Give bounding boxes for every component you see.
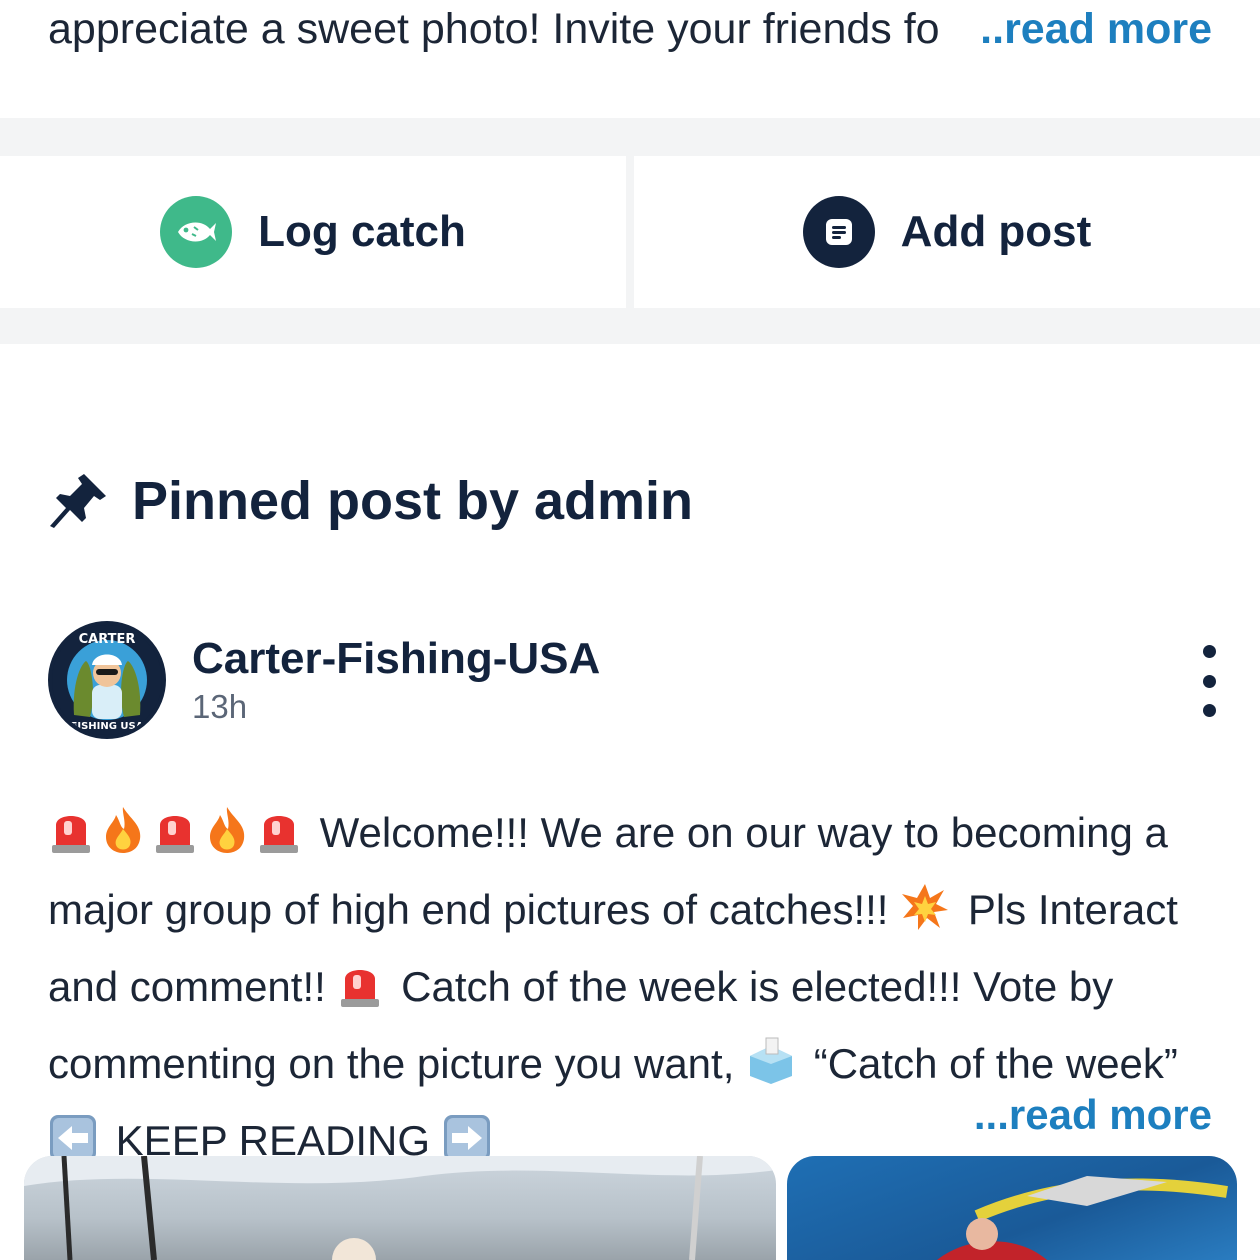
post-text-line1: Welcome!!! We are on our way to becoming xyxy=(319,809,1133,856)
pinned-post-title: Pinned post by admin xyxy=(132,471,694,531)
post-author-row: CARTER FISHING USA Carter-Fishing-USA 13… xyxy=(48,618,600,742)
add-post-label: Add post xyxy=(900,207,1092,256)
post-photo[interactable] xyxy=(787,1156,1237,1260)
siren-emoji xyxy=(337,959,383,1029)
avatar[interactable]: CARTER FISHING USA xyxy=(48,621,166,739)
post-author-name[interactable]: Carter-Fishing-USA xyxy=(192,632,600,686)
post-text-line4b: “Catch xyxy=(813,1040,938,1087)
post-timestamp: 13h xyxy=(192,688,248,725)
post-text-line3b: Catch of the week is elected!!! xyxy=(401,963,962,1010)
ballot-box-emoji xyxy=(746,1036,796,1106)
pinned-post-header: Pinned post by admin xyxy=(48,466,693,536)
siren-emoji xyxy=(48,805,94,875)
post-icon xyxy=(802,196,875,268)
description-read-more-link[interactable]: ..read more xyxy=(980,0,1212,58)
siren-emoji xyxy=(152,805,198,875)
collision-emoji xyxy=(900,882,950,952)
fire-emoji xyxy=(100,805,146,875)
post-read-more-link[interactable]: ...read more xyxy=(974,1090,1212,1140)
fish-icon xyxy=(160,196,233,268)
post-text-line5: of the week” xyxy=(949,1040,1178,1087)
fire-emoji xyxy=(204,805,250,875)
more-vertical-icon[interactable] xyxy=(1188,645,1230,717)
avatar-bottom-text: FISHING USA xyxy=(71,721,144,732)
avatar-top-text: CARTER xyxy=(79,632,136,647)
pin-icon xyxy=(50,474,106,528)
add-post-button[interactable]: Add post xyxy=(634,156,1260,308)
post-photo[interactable] xyxy=(24,1156,776,1260)
siren-emoji xyxy=(256,805,302,875)
log-catch-button[interactable]: Log catch xyxy=(0,156,626,308)
group-description-text: appreciate a sweet photo! Invite your fr… xyxy=(48,5,940,53)
action-bar: Log catch Add post xyxy=(0,156,1260,308)
log-catch-label: Log catch xyxy=(258,207,466,256)
post-text-line2b: Pls xyxy=(967,886,1027,933)
section-divider xyxy=(0,308,1260,344)
section-divider xyxy=(0,118,1260,156)
